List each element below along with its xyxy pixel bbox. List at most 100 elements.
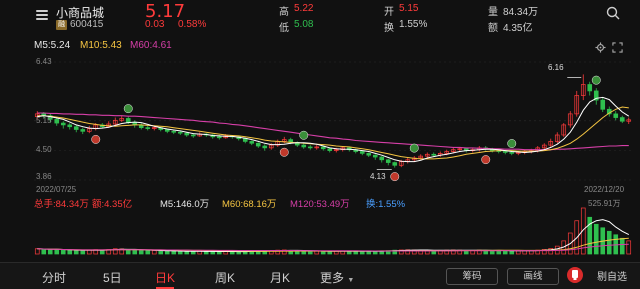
buy-signal-badge [481, 155, 491, 165]
candle-body [216, 136, 222, 139]
candle-body [164, 129, 170, 132]
volume-bar [327, 251, 333, 255]
volume-bar [509, 250, 515, 255]
volume-bar [515, 250, 521, 255]
volume-bar [177, 251, 183, 255]
volume-bar [60, 249, 66, 255]
candle-body [587, 84, 593, 92]
tab-daily-k[interactable]: 日K [155, 269, 175, 286]
high-marker-label: 6.16 [548, 63, 564, 72]
candle-body [327, 148, 333, 151]
buy-signal-badge [390, 172, 400, 182]
high-value: 5.22 [294, 3, 314, 14]
ma60-label: M60:4.61 [130, 40, 172, 51]
candle-body [255, 142, 261, 147]
price-change-pct: 0.58% [178, 19, 207, 30]
candle-body [80, 129, 86, 132]
y-axis-bottom: 3.86 [36, 172, 52, 181]
low-value: 5.08 [294, 19, 314, 30]
search-icon[interactable] [606, 6, 620, 20]
candle-body [60, 122, 66, 126]
candle-body [190, 134, 196, 137]
volume-bar [73, 250, 79, 255]
buy-signal-badge [279, 147, 289, 157]
volume-bar [80, 250, 86, 255]
volume-bar [359, 251, 365, 255]
candle-body [613, 113, 619, 118]
volume-bar [158, 250, 164, 255]
amount-value: 4.35亿 [503, 23, 533, 34]
candle-body [262, 145, 268, 149]
candle-body [249, 141, 255, 144]
volume-bar [164, 250, 170, 255]
buy-signal-badge [91, 134, 101, 144]
candle-body [600, 99, 606, 110]
menu-icon[interactable] [36, 10, 48, 20]
tab-intraday[interactable]: 分时 [42, 269, 66, 286]
volume-bar [190, 251, 196, 255]
candle-body [392, 162, 398, 166]
volume-bar [619, 237, 625, 255]
price-change: 0.03 [145, 19, 165, 30]
open-value: 5.15 [399, 3, 419, 14]
candle-body [307, 146, 313, 149]
candle-body [502, 151, 508, 153]
low-label: 低 [279, 23, 289, 34]
ma10-label: M10:5.43 [80, 40, 122, 51]
candlestick-chart[interactable] [0, 56, 640, 196]
favorite-icon[interactable] [566, 265, 584, 285]
ma5-label: M5:5.24 [34, 40, 71, 51]
candle-body [372, 154, 378, 158]
candle-body [301, 144, 307, 148]
volume-bar [502, 250, 508, 255]
candle-body [379, 156, 385, 161]
low-marker-label: 4.13 [370, 172, 386, 181]
chip-button[interactable]: 筹码 [446, 268, 498, 285]
candle-body [366, 153, 372, 156]
y-axis-mid1: 5.15 [36, 116, 52, 125]
open-label: 开 [384, 7, 394, 18]
volume-chart[interactable] [0, 206, 640, 256]
candle-body [320, 146, 326, 150]
date-end: 2022/12/20 [584, 185, 625, 194]
volume-bar [216, 251, 222, 255]
volume-label: 量 [488, 7, 498, 18]
volume-bar [626, 240, 632, 255]
candle-body [171, 130, 177, 133]
volume-bar [132, 249, 138, 255]
draw-line-button[interactable]: 画线 [507, 268, 559, 285]
candle-body [73, 126, 79, 130]
volume-bar [41, 248, 47, 255]
tab-5day[interactable]: 5日 [103, 269, 122, 286]
volume-bar [184, 251, 190, 255]
date-start: 2022/07/25 [36, 185, 77, 194]
volume-bar [151, 250, 157, 255]
tab-monthly-k[interactable]: 月K [270, 269, 290, 286]
y-axis-top: 6.43 [36, 57, 52, 66]
sell-signal-badge [591, 75, 601, 85]
volume-bar [34, 248, 40, 255]
turnover-value: 1.55% [399, 19, 428, 30]
chevron-down-icon: ▼ [347, 277, 355, 284]
sell-signal-badge [123, 104, 133, 114]
margin-badge: 融 [56, 20, 67, 30]
ma-indicator-row[interactable]: M5:5.24 M10:5.43 M60:4.61 [0, 38, 640, 54]
candle-body [54, 119, 60, 124]
remove-favorite-button[interactable]: 剔自选 [597, 268, 627, 283]
volume-bar [54, 249, 60, 255]
volume-bar [67, 249, 73, 255]
gear-icon[interactable] [595, 40, 606, 53]
volume-bar [47, 249, 53, 255]
tab-weekly-k[interactable]: 周K [215, 269, 235, 286]
volume-bar [171, 250, 177, 255]
fullscreen-icon[interactable] [612, 40, 623, 53]
volume-bar [606, 230, 612, 255]
y-axis-mid2: 4.50 [36, 145, 52, 154]
stock-header: 小商品城 融 600415 5.17 0.03 0.58% 高 5.22 低 5… [0, 0, 640, 36]
volume-bar [353, 251, 359, 255]
high-label: 高 [279, 7, 289, 18]
period-tabs: 分时 5日 日K 周K 月K 更多 ▼ 筹码 画线 [0, 262, 640, 289]
tab-more[interactable]: 更多 ▼ [320, 269, 354, 286]
volume-bar [593, 223, 599, 255]
volume-bar [320, 250, 326, 255]
